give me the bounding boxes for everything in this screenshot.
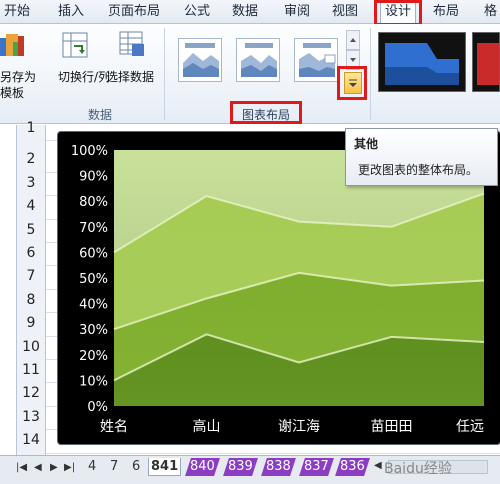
- tooltip-more: 其他 更改图表的整体布局。: [345, 128, 498, 186]
- tab-page-layout[interactable]: 页面布局: [108, 3, 160, 23]
- chart-layout-2-thumbnail[interactable]: [236, 38, 280, 82]
- sheet-tab[interactable]: 840: [185, 458, 220, 476]
- y-tick-label: 50%: [79, 272, 108, 287]
- save-as-template-label-1[interactable]: 另存为: [0, 68, 36, 85]
- tab-format[interactable]: 格: [484, 3, 497, 23]
- y-tick-label: 20%: [79, 349, 108, 364]
- ribbon-body: 另存为 模板 切换行/列 选择数据 数据 图表布局: [0, 24, 500, 124]
- prev-sheet-icon[interactable]: ◀: [34, 462, 42, 473]
- gallery-scroll-up[interactable]: [346, 30, 360, 50]
- sheet-tab[interactable]: 6: [130, 458, 142, 476]
- row-number[interactable]: 9: [18, 312, 44, 335]
- row-number[interactable]: 8: [18, 289, 44, 312]
- sheet-tab[interactable]: 836: [335, 458, 370, 476]
- y-tick-label: 80%: [79, 195, 108, 210]
- tab-home[interactable]: 开始: [4, 3, 30, 23]
- row-number[interactable]: 14: [18, 429, 44, 452]
- x-tick-label: 任远: [456, 419, 484, 435]
- x-tick-label: 谢江海: [278, 419, 320, 435]
- y-tick-label: 0%: [87, 400, 108, 415]
- horizontal-scroll-left-icon[interactable]: ◀: [374, 460, 382, 471]
- save-as-template-label-2[interactable]: 模板: [0, 84, 24, 101]
- y-tick-label: 10%: [79, 374, 108, 389]
- row-number[interactable]: 7: [18, 265, 44, 288]
- tab-data[interactable]: 数据: [232, 3, 258, 23]
- sheet-tab[interactable]: 4: [86, 458, 98, 476]
- row-number[interactable]: 2: [18, 148, 44, 171]
- y-tick-label: 30%: [79, 323, 108, 338]
- select-data-button[interactable]: 选择数据: [106, 68, 154, 85]
- tab-design[interactable]: 设计: [380, 2, 417, 24]
- chart-style-blue[interactable]: [378, 32, 466, 92]
- group-separator: [164, 28, 165, 120]
- select-data-icon[interactable]: [118, 30, 146, 58]
- chart-style-red[interactable]: [472, 32, 500, 92]
- switch-row-column-icon[interactable]: [62, 32, 88, 58]
- y-tick-label: 100%: [71, 144, 108, 159]
- y-tick-label: 40%: [79, 298, 108, 313]
- row-number[interactable]: 6: [18, 242, 44, 265]
- x-tick-label: 苗田田: [371, 419, 413, 435]
- row-gridline: [46, 452, 500, 454]
- row-number[interactable]: 13: [18, 406, 44, 429]
- row-number[interactable]: 11: [18, 359, 44, 382]
- group-label-chart-layouts: 图表布局: [242, 108, 291, 122]
- tab-insert[interactable]: 插入: [58, 3, 84, 23]
- x-tick-label: 姓名: [100, 419, 128, 435]
- y-tick-label: 90%: [79, 170, 108, 185]
- y-tick-label: 70%: [79, 221, 108, 236]
- more-layouts-button[interactable]: [344, 72, 362, 94]
- tab-layout[interactable]: 布局: [433, 3, 459, 23]
- tooltip-description: 更改图表的整体布局。: [358, 163, 479, 177]
- sheet-tab[interactable]: 838: [261, 458, 296, 476]
- x-tick-label: 高山: [193, 418, 221, 435]
- ribbon-tab-bar: 开始 插入 页面布局 公式 数据 审阅 视图 设计 布局 格: [0, 0, 500, 24]
- tooltip-title: 其他: [354, 137, 379, 151]
- gallery-scroll-down[interactable]: [346, 50, 360, 70]
- row-number[interactable]: 1: [18, 117, 44, 140]
- row-number[interactable]: 10: [18, 336, 44, 359]
- chart-layout-1-thumbnail[interactable]: [178, 38, 222, 82]
- sheet-tab[interactable]: 837: [299, 458, 334, 476]
- save-as-template-icon[interactable]: [0, 32, 26, 62]
- tab-formulas[interactable]: 公式: [184, 3, 210, 23]
- row-number[interactable]: 12: [18, 382, 44, 405]
- last-sheet-icon[interactable]: ▶|: [64, 462, 75, 473]
- group-separator-2: [370, 28, 371, 120]
- sheet-tab[interactable]: 7: [108, 458, 120, 476]
- switch-row-column-button[interactable]: 切换行/列: [58, 68, 110, 85]
- tab-view[interactable]: 视图: [332, 3, 358, 23]
- y-tick-label: 60%: [79, 246, 108, 261]
- group-label-data: 数据: [88, 108, 113, 122]
- next-sheet-icon[interactable]: ▶: [50, 462, 58, 473]
- row-number[interactable]: 4: [18, 195, 44, 218]
- row-number[interactable]: 5: [18, 219, 44, 242]
- watermark: Baidu经验: [384, 461, 452, 477]
- first-sheet-icon[interactable]: |◀: [16, 462, 27, 473]
- chart-layout-3-thumbnail[interactable]: [294, 38, 338, 82]
- tab-review[interactable]: 审阅: [284, 3, 310, 23]
- sheet-tab[interactable]: 839: [223, 458, 258, 476]
- sheet-tab-active[interactable]: 841: [148, 458, 182, 476]
- row-number[interactable]: 3: [18, 172, 44, 195]
